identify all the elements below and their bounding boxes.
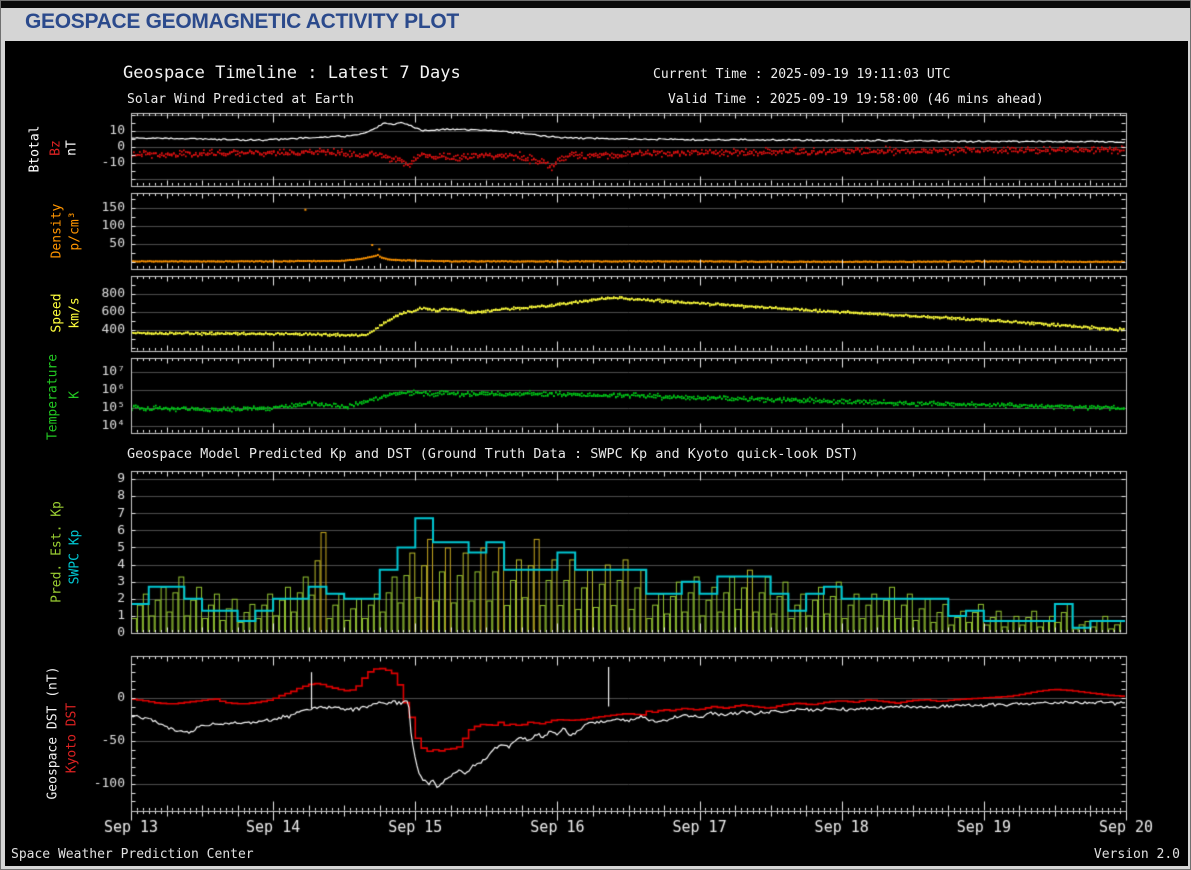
- speed-unit-label: km/s: [67, 297, 83, 329]
- pred-kp-axis-label: Pred. Est. Kp: [49, 501, 65, 603]
- top-black-bar: [1, 1, 1190, 8]
- geospace-activity-page: GEOSPACE GEOMAGNETIC ACTIVITY PLOT Geosp…: [0, 0, 1191, 870]
- swpc-kp-axis-label: SWPC Kp: [67, 529, 83, 585]
- valid-time: Valid Time : 2025-09-19 19:58:00 (46 min…: [668, 92, 1044, 107]
- current-time: Current Time : 2025-09-19 19:11:03 UTC: [653, 67, 951, 82]
- density-axis-label: Density: [49, 203, 65, 259]
- temperature-unit-label: K: [67, 391, 83, 399]
- plot-title: Geospace Timeline : Latest 7 Days: [123, 63, 461, 83]
- geospace-dst-axis-label: Geospace DST (nT): [45, 666, 61, 800]
- temperature-axis-label: Temperature: [45, 353, 61, 441]
- density-unit-label: p/cm³: [67, 211, 83, 251]
- speed-axis-label: Speed: [49, 293, 65, 333]
- page-header: GEOSPACE GEOMAGNETIC ACTIVITY PLOT: [1, 8, 1190, 41]
- plot-subtitle: Solar Wind Predicted at Earth: [127, 92, 354, 107]
- nt-axis-label: nT: [64, 140, 80, 156]
- page-title: GEOSPACE GEOMAGNETIC ACTIVITY PLOT: [25, 10, 459, 33]
- bz-axis-label: Bz: [48, 140, 64, 156]
- footer-version: Version 2.0: [1093, 847, 1180, 862]
- footer-source: Space Weather Prediction Center: [11, 847, 254, 862]
- plot-frame: Geospace Timeline : Latest 7 Days Curren…: [5, 41, 1188, 866]
- kp-dst-title: Geospace Model Predicted Kp and DST (Gro…: [127, 446, 859, 462]
- kyoto-dst-axis-label: Kyoto DST: [64, 702, 80, 774]
- btotal-axis-label: Btotal: [27, 125, 43, 173]
